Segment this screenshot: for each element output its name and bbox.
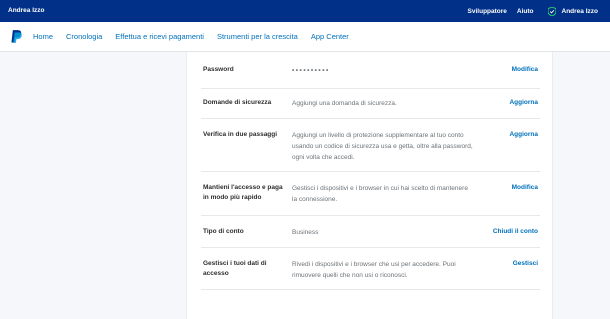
nav-payments[interactable]: Effettua e ricevi pagamenti <box>115 32 204 41</box>
settings-row-password: Password •••••••••• Modifica <box>201 52 540 89</box>
row-label: Password <box>203 66 234 73</box>
value-line: la connessione. <box>292 196 338 203</box>
user-menu[interactable]: Andrea Izzo <box>562 8 598 15</box>
settings-row-login-data: Gestisci i tuoi dati di accesso Rivedi i… <box>201 248 540 290</box>
manage-login-data-button[interactable]: Gestisci <box>513 259 538 269</box>
close-account-button[interactable]: Chiudi il conto <box>493 227 538 237</box>
settings-row-account-type: Tipo di conto Business Chiudi il conto <box>201 216 540 248</box>
row-label: Gestisci i tuoi dati di accesso <box>203 259 289 279</box>
value-line: Rivedi i dispositivi e i browser che usi… <box>292 261 456 268</box>
settings-row-stay-logged-in: Mantieni l'accesso e paga in modo più ra… <box>201 172 540 216</box>
nav-home[interactable]: Home <box>33 32 53 41</box>
value-line: Gestisci i dispositivi e i browser in cu… <box>292 185 468 192</box>
account-name[interactable]: Andrea Izzo <box>8 7 44 14</box>
nav-growth-tools[interactable]: Strumenti per la crescita <box>217 32 298 41</box>
nav-app-center[interactable]: App Center <box>311 32 349 41</box>
row-value: Gestisci i dispositivi e i browser in cu… <box>292 183 492 205</box>
settings-row-two-step: Verifica in due passaggi Aggiungi un liv… <box>201 119 540 172</box>
row-label: Verifica in due passaggi <box>203 131 278 138</box>
row-label: Domande di sicurezza <box>203 99 272 106</box>
value-line: rimuovere quelli che non usi o riconosci… <box>292 272 408 279</box>
value-line: Aggiungi un livello di protezione supple… <box>292 132 464 139</box>
edit-password-button[interactable]: Modifica <box>512 65 538 75</box>
top-bar-right: Sviluppatore Aiuto Andrea Izzo <box>458 0 598 22</box>
main-nav: Home Cronologia Effettua e ricevi pagame… <box>0 22 610 52</box>
value-line: ogni volta che accedi. <box>292 154 355 161</box>
row-value: Aggiungi una domanda di sicurezza. <box>292 100 397 107</box>
help-link[interactable]: Aiuto <box>517 8 534 15</box>
value-line: usando un codice di sicurezza usa e gett… <box>292 143 473 150</box>
paypal-logo-icon[interactable] <box>11 30 22 43</box>
nav-items: Home Cronologia Effettua e ricevi pagame… <box>33 32 362 41</box>
settings-row-security-questions: Domande di sicurezza Aggiungi una domand… <box>201 89 540 119</box>
row-value: Aggiungi un livello di protezione supple… <box>292 130 492 163</box>
update-security-questions-button[interactable]: Aggiorna <box>509 98 538 108</box>
account-type-value: Business <box>292 229 319 236</box>
label-line: in modo più rapido <box>203 194 262 201</box>
password-value: •••••••••• <box>292 67 330 74</box>
top-bar: Andrea Izzo Sviluppatore Aiuto Andrea Iz… <box>0 0 610 22</box>
security-settings-panel: Password •••••••••• Modifica Domande di … <box>186 52 553 319</box>
row-label: Tipo di conto <box>203 228 244 235</box>
edit-stay-logged-in-button[interactable]: Modifica <box>512 183 538 193</box>
label-line: Gestisci i tuoi dati di <box>203 260 267 267</box>
shield-icon[interactable] <box>547 6 556 16</box>
update-two-step-button[interactable]: Aggiorna <box>509 130 538 140</box>
nav-history[interactable]: Cronologia <box>66 32 102 41</box>
developer-link[interactable]: Sviluppatore <box>468 8 507 15</box>
row-value: Rivedi i dispositivi e i browser che usi… <box>292 259 492 281</box>
label-line: accesso <box>203 270 229 277</box>
label-line: Mantieni l'accesso e paga <box>203 184 283 191</box>
row-label: Mantieni l'accesso e paga in modo più ra… <box>203 183 289 203</box>
